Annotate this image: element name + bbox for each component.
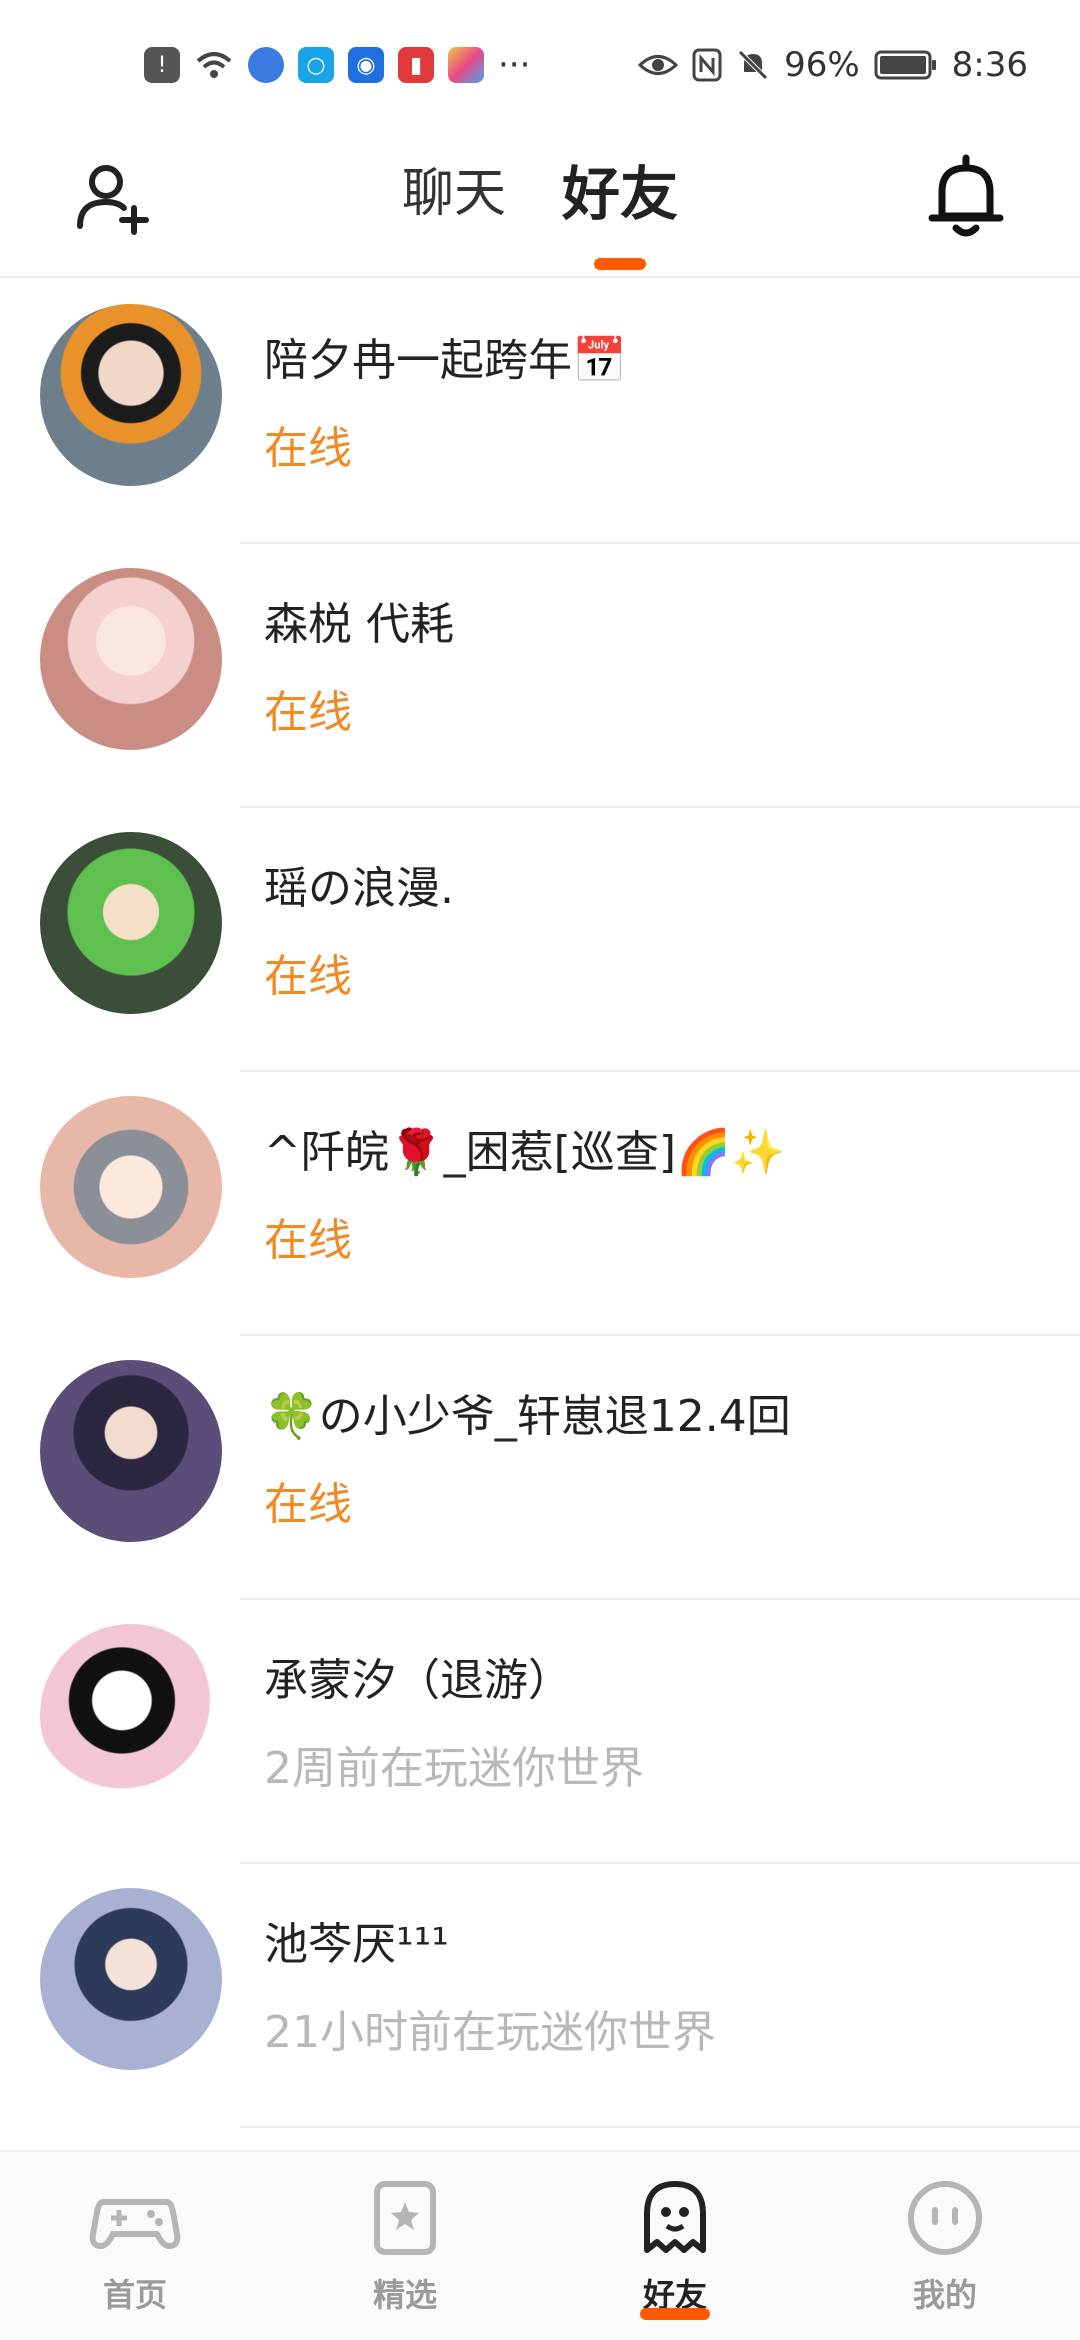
friend-item[interactable]: 承蒙汐（退游） 2周前在玩迷你世界 [0,1600,1080,1864]
friend-name: ^阡皖🌹_困惹[巡查]🌈✨ [264,1127,786,1178]
alert-icon: ! [144,47,180,83]
nav-me[interactable]: 我的 [845,2172,1045,2316]
nav-label: 精选 [372,2276,437,2314]
nfc-icon [692,48,722,82]
friend-status: 在线 [264,687,352,738]
friend-name: 陪夕冉一起跨年📅 [264,335,627,386]
active-tab-indicator [594,258,646,270]
avatar[interactable] [40,832,222,1014]
more-notifications: ··· [498,45,531,85]
star-card-icon [374,2181,436,2255]
friend-item[interactable]: ^阡皖🌹_困惹[巡查]🌈✨ 在线 [0,1072,1080,1336]
nav-friends[interactable]: 好友 [575,2172,775,2320]
friend-name: 🍀の小少爷_轩崽退12.4回 [264,1391,791,1442]
avatar[interactable] [40,1096,222,1278]
tab-bar: 聊天 好友 [0,154,1080,270]
friend-status: 21小时前在玩迷你世界 [264,2007,716,2058]
tab-chat[interactable]: 聊天 [402,154,506,234]
active-nav-indicator [640,2308,710,2320]
clock: 8:36 [951,45,1028,85]
friend-name: 瑶の浪漫. [264,863,454,914]
avatar[interactable] [40,1624,222,1806]
friend-list: 陪夕冉一起跨年📅 在线 森棁 代耗 在线 瑶の浪漫. 在线 ^阡皖🌹_困惹[巡查… [0,280,1080,2128]
nav-label: 我的 [912,2276,977,2314]
wifi-icon [196,52,232,78]
status-bar-left: ! ○ ◉ ▮ ··· [144,45,530,85]
friend-item[interactable]: 瑶の浪漫. 在线 [0,808,1080,1072]
avatar[interactable] [40,304,222,486]
friend-name: 承蒙汐（退游） [264,1655,572,1706]
tab-friends[interactable]: 好友 [562,154,679,270]
status-bar-right: 96% 8:36 [638,45,1028,85]
status-bar: ! ○ ◉ ▮ ··· 96% 8:36 [0,0,1080,130]
friend-item[interactable]: 池芩厌¹¹¹ 21小时前在玩迷你世界 [0,1864,1080,2128]
nav-featured[interactable]: 精选 [305,2172,505,2316]
friend-item[interactable]: 陪夕冉一起跨年📅 在线 [0,280,1080,544]
friend-item[interactable]: 森棁 代耗 在线 [0,544,1080,808]
battery-percent: 96% [784,45,860,85]
tab-friends-label: 好友 [562,160,679,228]
ghost-icon [644,2181,706,2253]
book-app-icon: ▮ [398,47,434,83]
avatar[interactable] [40,1360,222,1542]
paint-app-icon [448,47,484,83]
gamepad-icon [89,2199,181,2249]
face-icon [908,2181,982,2255]
avatar[interactable] [40,568,222,750]
battery-icon [874,50,936,80]
friend-name: 池芩厌¹¹¹ [264,1919,449,1970]
friend-name: 森棁 代耗 [264,599,454,650]
nav-home[interactable]: 首页 [35,2172,235,2316]
avatar[interactable] [40,1888,222,2070]
mute-bell-icon [738,50,768,80]
search-app-icon: ○ [298,47,334,83]
friend-status: 2周前在玩迷你世界 [264,1743,644,1794]
friend-item[interactable]: 🍀の小少爷_轩崽退12.4回 在线 [0,1336,1080,1600]
friend-status: 在线 [264,1479,352,1530]
friend-status: 在线 [264,423,352,474]
browser-icon [248,47,284,83]
bell-icon[interactable] [924,152,1008,242]
top-header: 聊天 好友 [0,130,1080,278]
friend-status: 在线 [264,1215,352,1266]
eye-icon [638,55,679,75]
divider [240,2126,1080,2128]
friend-status: 在线 [264,951,352,1002]
bottom-nav: 首页 精选 好友 我的 [0,2150,1080,2340]
nav-label: 首页 [102,2276,167,2314]
bulb-app-icon: ◉ [348,47,384,83]
